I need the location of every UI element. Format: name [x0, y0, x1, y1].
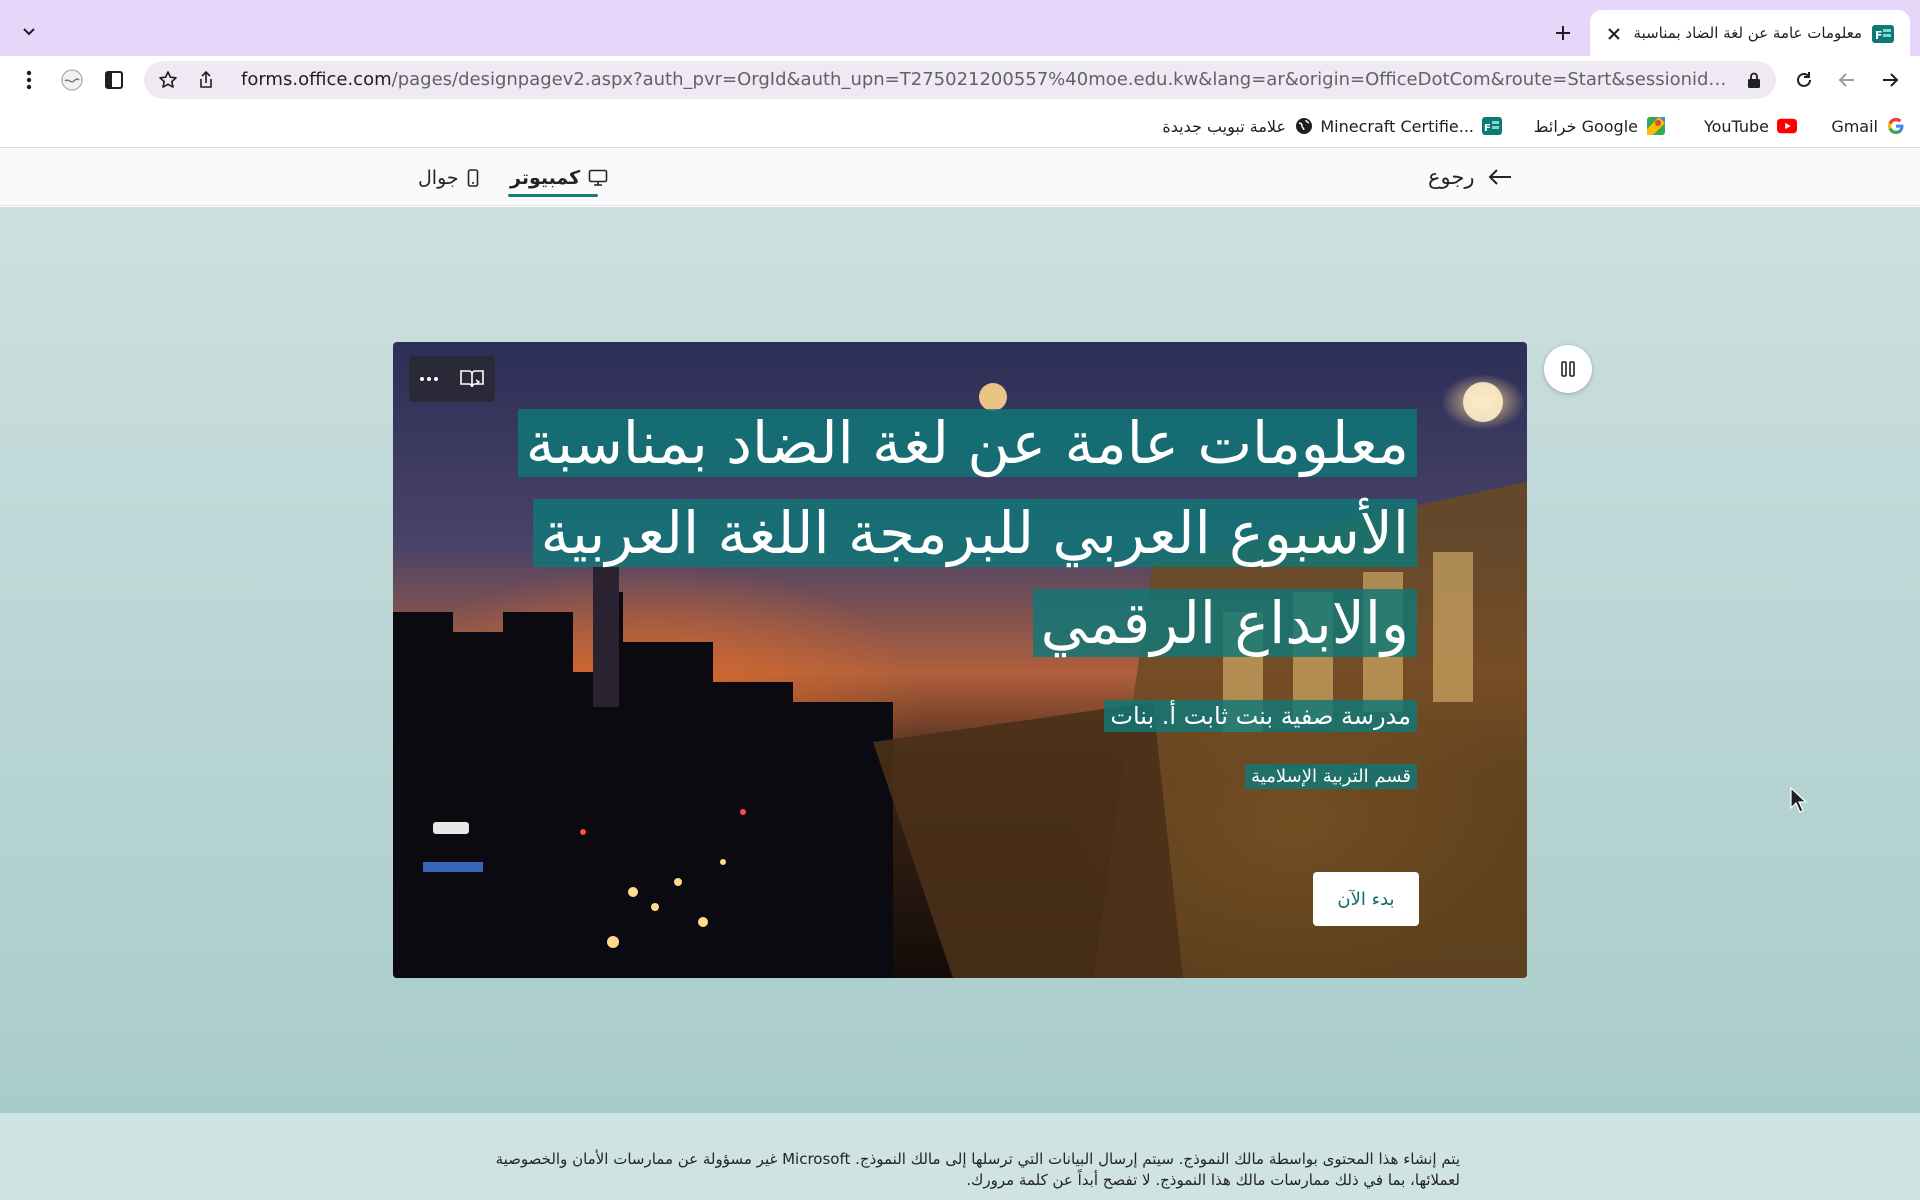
bookmark-new-tab[interactable]: علامة تبويب جديدة	[1162, 114, 1314, 138]
arrow-right-icon	[1883, 73, 1899, 87]
browser-tab[interactable]: F معلومات عامة عن لغة الضاد بمناسبة الأس…	[1590, 10, 1910, 56]
kebab-menu-icon	[26, 70, 32, 90]
plus-icon	[1556, 26, 1570, 40]
bookmark-label: Minecraft Certifie...	[1320, 116, 1474, 136]
lock-icon[interactable]	[1746, 71, 1762, 89]
youtube-icon	[1777, 116, 1797, 136]
google-icon	[1886, 116, 1906, 136]
forms-icon: F	[1482, 116, 1502, 136]
tab-title: معلومات عامة عن لغة الضاد بمناسبة الأسبو…	[1634, 24, 1862, 42]
menu-button[interactable]	[13, 64, 45, 96]
forward-nav-button[interactable]	[1874, 64, 1906, 96]
monitor-icon	[588, 169, 608, 186]
welcome-hero-card: معلومات عامة عن لغة الضاد بمناسبة الأسبو…	[393, 342, 1527, 978]
tab-computer-label: كمبيوتر	[510, 167, 581, 189]
close-icon	[1608, 28, 1620, 40]
bookmark-label: YouTube	[1703, 116, 1769, 136]
svg-text:F: F	[1484, 123, 1491, 134]
bookmark-gmail[interactable]: Gmail	[1831, 114, 1906, 138]
phone-icon	[467, 169, 478, 187]
maps-icon	[1646, 116, 1666, 136]
form-subtitle-text: مدرسة صفية بنت ثابت أ. بنات	[1104, 700, 1417, 732]
pause-icon	[1561, 361, 1575, 377]
share-icon[interactable]	[196, 70, 216, 90]
tab-search-button[interactable]	[14, 16, 44, 46]
reload-button[interactable]	[1788, 64, 1820, 96]
bookmark-youtube[interactable]: YouTube	[1704, 114, 1797, 138]
more-options-icon[interactable]	[419, 376, 439, 382]
bookmarks-bar: Gmail YouTube خرائط Google Minecraft Cer…	[0, 104, 1920, 148]
profile-button[interactable]	[56, 64, 88, 96]
reload-icon	[1797, 72, 1811, 87]
back-button[interactable]: رجوع	[1428, 162, 1513, 192]
url-path: /pages/designpagev2.aspx?auth_pvr=OrgId&…	[391, 70, 1731, 90]
form-preview-stage: معلومات عامة عن لغة الضاد بمناسبة الأسبو…	[0, 207, 1920, 1113]
form-footer: يتم إنشاء هذا المحتوى بواسطة مالك النموذ…	[0, 1113, 1920, 1200]
mouse-cursor-icon	[1790, 787, 1808, 813]
tab-close-button[interactable]	[1602, 22, 1626, 46]
active-tab-indicator	[508, 194, 598, 197]
side-panel-icon	[105, 71, 123, 89]
url-host: forms.office.com	[241, 70, 392, 90]
address-bar[interactable]: forms.office.com/pages/designpagev2.aspx…	[144, 61, 1776, 99]
globe-icon	[1294, 116, 1314, 136]
form-description: قسم التربية الإسلامية	[1245, 764, 1417, 789]
profile-avatar-icon	[61, 69, 83, 91]
preview-toolbar: رجوع كمبيوتر جوال	[0, 148, 1920, 206]
tab-computer[interactable]: كمبيوتر	[510, 162, 608, 194]
start-now-button[interactable]: بدء الآن	[1313, 872, 1419, 926]
bookmark-label: خرائط Google	[1533, 116, 1638, 136]
arrow-left-icon	[1488, 169, 1511, 185]
immersive-reader-icon[interactable]	[459, 368, 485, 390]
back-label: رجوع	[1428, 165, 1475, 189]
privacy-disclaimer: يتم إنشاء هذا المحتوى بواسطة مالك النموذ…	[495, 1150, 1460, 1189]
form-title-text: معلومات عامة عن لغة الضاد بمناسبة الأسبو…	[517, 409, 1417, 657]
form-title: معلومات عامة عن لغة الضاد بمناسبة الأسبو…	[517, 398, 1417, 668]
bookmark-label: علامة تبويب جديدة	[1162, 116, 1286, 136]
tab-mobile[interactable]: جوال	[418, 162, 479, 194]
bookmark-google-maps[interactable]: خرائط Google	[1534, 114, 1666, 138]
side-panel-button[interactable]	[98, 64, 130, 96]
arrow-left-icon	[1838, 73, 1854, 87]
pause-animation-button[interactable]	[1544, 345, 1592, 393]
hero-tools	[409, 356, 495, 402]
form-subtitle: مدرسة صفية بنت ثابت أ. بنات	[1104, 700, 1417, 732]
new-tab-button[interactable]	[1548, 18, 1578, 48]
bookmark-minecraft[interactable]: Minecraft Certifie... F	[1320, 114, 1502, 138]
back-nav-button[interactable]	[1831, 64, 1863, 96]
bookmark-star-icon[interactable]	[158, 70, 178, 90]
browser-toolbar: forms.office.com/pages/designpagev2.aspx…	[0, 56, 1920, 104]
url-text[interactable]: forms.office.com/pages/designpagev2.aspx…	[241, 70, 1731, 90]
bookmark-label: Gmail	[1831, 116, 1878, 136]
chevron-down-icon	[23, 28, 35, 36]
svg-text:F: F	[1875, 29, 1883, 42]
tab-strip: F معلومات عامة عن لغة الضاد بمناسبة الأس…	[0, 0, 1920, 56]
form-description-text: قسم التربية الإسلامية	[1245, 764, 1417, 789]
tab-mobile-label: جوال	[418, 167, 459, 189]
forms-favicon-icon: F	[1872, 23, 1894, 45]
